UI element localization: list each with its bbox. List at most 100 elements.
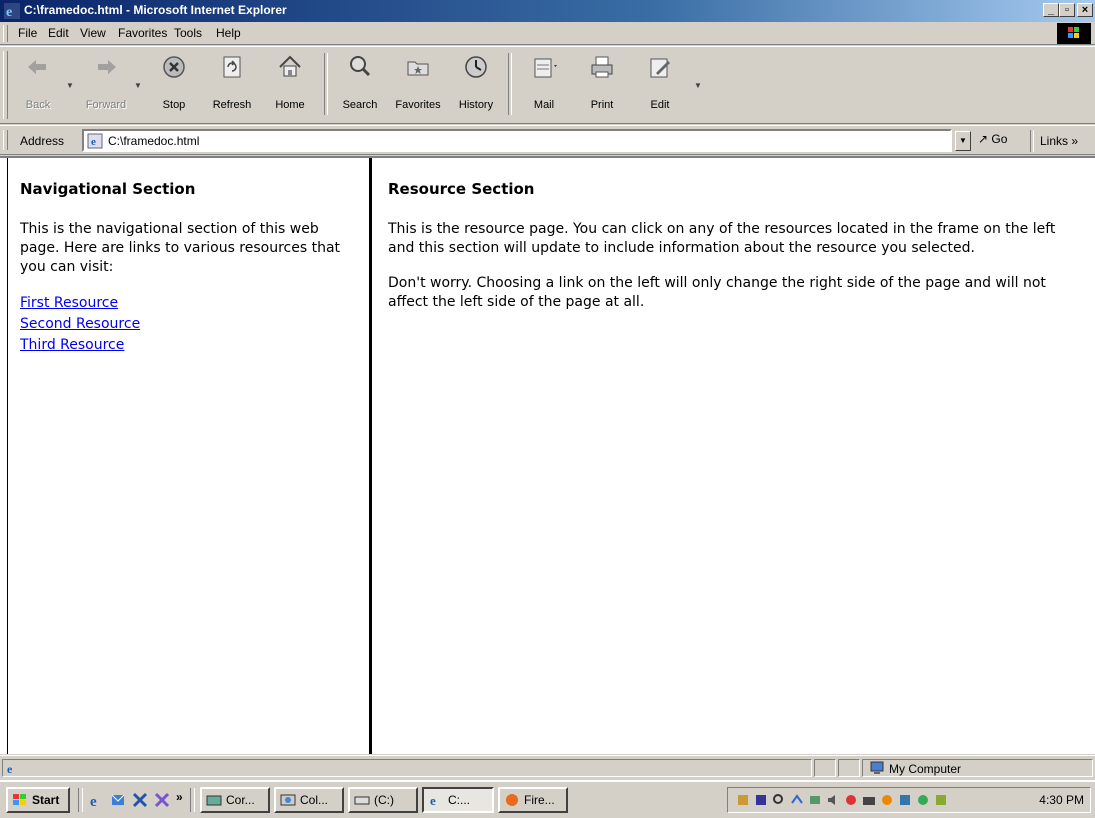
title-bar[interactable]: e C:\framedoc.html - Microsoft Internet … xyxy=(0,0,1095,22)
task-button-5[interactable]: Fire... xyxy=(498,787,568,813)
link-first-resource[interactable]: First Resource xyxy=(20,293,357,314)
go-button[interactable]: ↗ Go xyxy=(978,132,1007,146)
menu-tools[interactable]: Tools xyxy=(174,26,202,40)
tray-volume-icon[interactable] xyxy=(826,793,840,807)
mail-label: Mail xyxy=(533,99,555,111)
edit-button[interactable]: Edit xyxy=(632,47,688,123)
close-button[interactable]: × xyxy=(1077,3,1093,17)
task-button-3[interactable]: (C:) xyxy=(348,787,418,813)
links-button[interactable]: Links » xyxy=(1040,134,1078,148)
menu-file[interactable]: File xyxy=(18,26,37,40)
address-input[interactable]: e C:\framedoc.html xyxy=(82,129,952,152)
tray-app-icon[interactable] xyxy=(898,793,912,807)
security-zone: My Computer xyxy=(889,762,962,776)
home-icon xyxy=(279,55,301,77)
firefox-icon xyxy=(506,794,518,806)
chevron-more-icon: » xyxy=(1071,134,1079,148)
address-label: Address xyxy=(20,134,65,148)
menu-edit[interactable]: Edit xyxy=(48,26,69,40)
printer-icon xyxy=(591,56,613,78)
tray-app-icon[interactable] xyxy=(808,793,822,807)
standard-toolbar: Back ▼ Forward ▼ Stop Refresh Home Searc… xyxy=(0,46,1095,124)
tray-globe-icon[interactable] xyxy=(916,793,930,807)
nav-description: This is the navigational section of this… xyxy=(20,221,341,275)
tray-app-icon[interactable] xyxy=(754,793,768,807)
mail-button[interactable]: Mail xyxy=(516,47,572,123)
taskbar-clock[interactable]: 4:30 PM xyxy=(1039,793,1084,807)
home-button[interactable]: Home xyxy=(262,47,318,123)
search-label: Search xyxy=(342,99,378,111)
start-button[interactable]: Start xyxy=(6,787,70,813)
print-button[interactable]: Print xyxy=(574,47,630,123)
windows-flag-icon xyxy=(13,794,26,805)
favorites-folder-icon xyxy=(407,61,429,76)
link-third-resource[interactable]: Third Resource xyxy=(20,335,357,356)
menu-view[interactable]: View xyxy=(80,26,106,40)
task-label-4: C:... xyxy=(448,793,471,807)
taskbar: Start e » Cor... Col... (C:) e C:... Fir… xyxy=(0,780,1095,818)
task-label-1: Cor... xyxy=(226,793,255,807)
links-separator xyxy=(1030,130,1034,152)
go-label: Go xyxy=(991,132,1008,146)
link-second-resource[interactable]: Second Resource xyxy=(20,314,357,335)
favorites-button[interactable]: Favorites xyxy=(390,47,446,123)
toolbar-separator xyxy=(324,53,328,115)
toolbar-more-icon[interactable]: ▼ xyxy=(694,81,702,90)
back-dropdown-icon[interactable]: ▼ xyxy=(66,81,74,90)
status-text-pane: e xyxy=(2,759,812,777)
menu-grip[interactable] xyxy=(3,25,8,42)
maximize-button[interactable]: ▫ xyxy=(1059,3,1075,17)
quicklaunch-ie-icon[interactable]: e xyxy=(88,792,104,808)
tray-app-icon[interactable] xyxy=(934,793,948,807)
print-label: Print xyxy=(590,99,614,111)
tray-app-icon[interactable] xyxy=(880,793,894,807)
address-grip[interactable] xyxy=(3,130,8,150)
go-arrow-icon: ↗ xyxy=(978,132,989,146)
forward-button[interactable]: Forward xyxy=(78,47,134,123)
nav-title: Navigational Section xyxy=(20,180,196,198)
refresh-label: Refresh xyxy=(212,99,252,111)
window-title: C:\framedoc.html - Microsoft Internet Ex… xyxy=(24,3,287,17)
tray-camera-icon[interactable] xyxy=(862,793,876,807)
address-bar: Address e C:\framedoc.html ▼ ↗ Go Links … xyxy=(0,125,1095,155)
history-button[interactable]: History xyxy=(448,47,504,123)
menu-help[interactable]: Help xyxy=(216,26,241,40)
search-button[interactable]: Search xyxy=(332,47,388,123)
taskbar-separator xyxy=(78,788,83,812)
forward-dropdown-icon[interactable]: ▼ xyxy=(134,81,142,90)
refresh-icon xyxy=(223,56,241,78)
svg-text:e: e xyxy=(90,794,97,808)
forward-arrow-icon xyxy=(98,60,116,74)
task-button-2[interactable]: Col... xyxy=(274,787,344,813)
quicklaunch-desktop-icon[interactable] xyxy=(132,792,148,808)
quicklaunch-outlook-icon[interactable] xyxy=(110,792,126,808)
task-label-5: Fire... xyxy=(524,793,555,807)
quicklaunch-more-icon[interactable]: » xyxy=(176,790,183,804)
computer-icon xyxy=(870,761,884,774)
edit-label: Edit xyxy=(650,99,670,111)
toolbar-grip[interactable] xyxy=(3,51,8,119)
minimize-button[interactable]: _ xyxy=(1043,3,1059,17)
resource-paragraph-1: This is the resource page. You can click… xyxy=(388,221,1056,256)
quicklaunch-channels-icon[interactable] xyxy=(154,792,170,808)
tray-app-icon[interactable] xyxy=(844,793,858,807)
tray-search-icon[interactable] xyxy=(772,793,786,807)
system-tray: 4:30 PM xyxy=(727,787,1091,813)
task-button-1[interactable]: Cor... xyxy=(200,787,270,813)
ie-page-icon: e xyxy=(430,793,436,807)
tray-app-icon[interactable] xyxy=(736,793,750,807)
menu-favorites[interactable]: Favorites xyxy=(118,26,167,40)
drive-icon xyxy=(354,796,370,805)
tray-network-icon[interactable] xyxy=(790,793,804,807)
refresh-button[interactable]: Refresh xyxy=(204,47,260,123)
collection-icon xyxy=(280,794,296,806)
stop-button[interactable]: Stop xyxy=(146,47,202,123)
task-button-4[interactable]: e C:... xyxy=(422,787,494,813)
back-button[interactable]: Back xyxy=(10,47,66,123)
resource-paragraph-2: Don't worry. Choosing a link on the left… xyxy=(388,275,1046,310)
status-bar: e My Computer xyxy=(0,755,1095,779)
browser-content: Navigational Section This is the navigat… xyxy=(0,156,1095,754)
address-dropdown-button[interactable]: ▼ xyxy=(955,131,971,151)
svg-text:e: e xyxy=(7,762,13,775)
stop-label: Stop xyxy=(162,99,186,111)
